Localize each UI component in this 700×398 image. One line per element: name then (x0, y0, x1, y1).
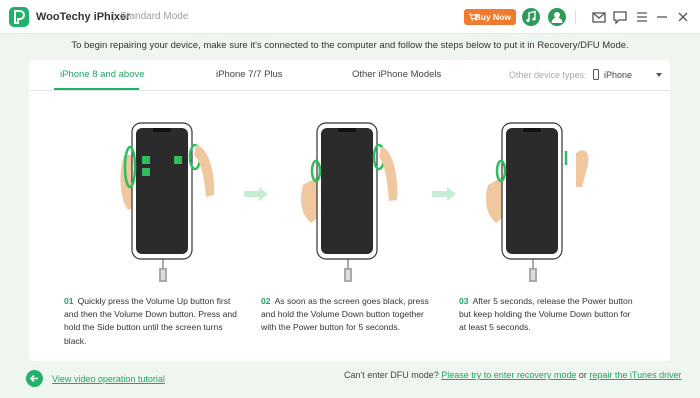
or-text: or (578, 370, 587, 380)
step-3-description: After 5 seconds, release the Power butto… (459, 296, 633, 333)
dfu-help-text: Can't enter DFU mode? Please try to ente… (344, 370, 682, 380)
device-type-select[interactable]: iPhone (604, 70, 632, 80)
buy-now-button[interactable]: Buy Now (464, 9, 516, 25)
instruction-text: To begin repairing your device, make sur… (71, 40, 629, 51)
app-logo-icon (9, 7, 29, 27)
charging-cable (159, 259, 167, 282)
tab-other-iphone-models[interactable]: Other iPhone Models (352, 69, 441, 80)
step-2-text: 02 As soon as the screen goes black, pres… (261, 295, 441, 335)
side-button-highlight (174, 156, 182, 164)
step-1-description: Quickly press the Volume Up button first… (64, 296, 237, 346)
active-tab-indicator (54, 88, 139, 90)
itunes-driver-link[interactable]: repair the iTunes driver (589, 370, 681, 380)
step-1-illustration (120, 122, 215, 282)
tab-iphone-8-and-above[interactable]: iPhone 8 and above (60, 69, 145, 80)
video-tutorial-link[interactable]: View video operation tutorial (52, 374, 165, 384)
step-2-illustration (301, 122, 398, 282)
right-hand (194, 145, 215, 197)
arrow-left-icon (29, 374, 38, 383)
volume-down-highlight (142, 168, 150, 176)
phone-screen (136, 128, 188, 254)
phone-screen (321, 128, 373, 254)
music-tool-icon[interactable] (522, 8, 540, 26)
cart-icon (469, 13, 478, 21)
minimize-icon[interactable] (654, 9, 670, 25)
recovery-mode-link[interactable]: Please try to enter recovery mode (441, 370, 576, 380)
app-name: WooTechy iPhixer (36, 11, 131, 23)
mail-icon[interactable] (591, 9, 607, 25)
right-hand (576, 150, 589, 187)
title-bar: WooTechy iPhixer Standard Mode Buy Now (0, 0, 700, 34)
dfu-question: Can't enter DFU mode? (344, 370, 439, 380)
step-3-illustration (486, 122, 589, 282)
step-2-number: 02 (261, 296, 271, 306)
tab-iphone-7[interactable]: iPhone 7/7 Plus (216, 69, 283, 80)
step-1-text: 01 Quickly press the Volume Up button fir… (64, 295, 244, 348)
step-1-number: 01 (64, 296, 74, 306)
feedback-icon[interactable] (612, 9, 628, 25)
user-account-icon[interactable] (548, 8, 566, 26)
device-type-label: Other device types: (509, 70, 587, 80)
right-hand (379, 147, 398, 201)
title-divider (113, 10, 114, 23)
step-2-description: As soon as the screen goes black, press … (261, 296, 429, 333)
phone-screen (506, 128, 558, 254)
phone-icon (593, 69, 599, 80)
back-button[interactable] (26, 370, 43, 387)
step-3-text: 03 After 5 seconds, release the Power but… (459, 295, 639, 335)
volume-up-highlight (142, 156, 150, 164)
chevron-down-icon[interactable] (656, 73, 662, 77)
next-arrow-icon (432, 187, 456, 201)
main-card: iPhone 8 and above iPhone 7/7 Plus Other… (29, 60, 670, 361)
toolbar-divider (575, 10, 576, 24)
model-tabs: iPhone 8 and above iPhone 7/7 Plus Other… (29, 60, 670, 91)
next-arrow-icon (244, 187, 268, 201)
phone-notch (338, 128, 356, 132)
charging-cable (344, 259, 352, 282)
buy-now-label: Buy Now (474, 12, 511, 22)
step-3-number: 03 (459, 296, 469, 306)
phone-notch (153, 128, 171, 132)
mode-label: Standard Mode (120, 11, 189, 22)
menu-icon[interactable] (634, 9, 650, 25)
charging-cable (529, 259, 537, 282)
close-icon[interactable] (675, 9, 691, 25)
phone-notch (523, 128, 541, 132)
